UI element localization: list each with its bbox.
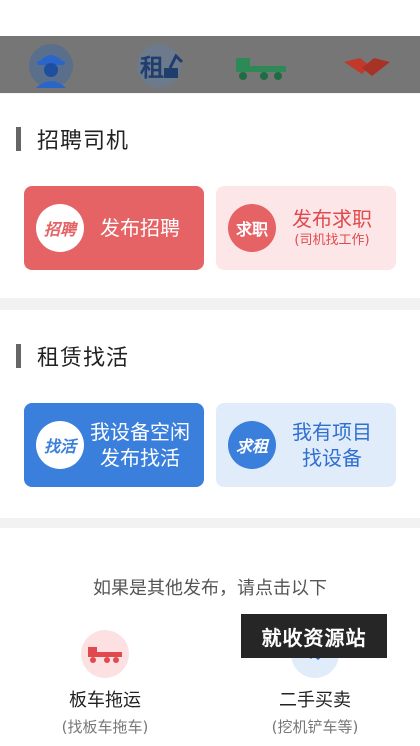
find-equipment-button[interactable]: 求租 我有项目 找设备 [216,403,396,487]
seek-job-button[interactable]: 求职 发布求职 (司机找工作) [216,186,396,270]
rental-section: 租赁找活 找活 我设备空闲 发布找活 求租 我有项目 找设备 [0,310,420,518]
driver-worker-icon[interactable] [24,44,78,88]
watermark: 就收资源站 [241,614,387,658]
second-hand-trade-note: (挖机铲车等) [271,718,359,736]
rental-header: 租赁找活 [16,341,129,371]
post-job-label: 发布招聘 [100,216,180,240]
recruit-header: 招聘司机 [16,124,129,154]
second-hand-trade-label: 二手买卖 [279,690,351,711]
rent-badge: 求租 [228,421,276,469]
find-equipment-line2: 找设备 [302,446,362,470]
other-hint: 如果是其他发布，请点击以下 [93,578,327,599]
recruit-section: 招聘司机 招聘 发布招聘 求职 发布求职 (司机找工作) [0,94,420,298]
find-work-button[interactable]: 找活 我设备空闲 发布找活 [24,403,204,487]
seek-job-sublabel: (司机找工作) [294,233,370,248]
flatbed-transport-item[interactable]: 板车拖运 (找板车拖车) [15,630,195,737]
rent-icon-glyph: 租 [140,54,164,82]
flatbed-transport-note: (找板车拖车) [61,718,149,736]
recruit-title: 招聘司机 [37,129,130,154]
post-job-button[interactable]: 招聘 发布招聘 [24,186,204,270]
section-marker [16,344,21,368]
flatbed-truck-icon [81,630,129,678]
top-bar [0,0,420,36]
find-equipment-line1: 我有项目 [292,420,372,444]
rent-excavator-icon[interactable]: 租 [132,44,186,88]
flatbed-truck-icon[interactable] [234,44,288,88]
find-work-line1: 我设备空闲 [90,420,190,444]
handshake-icon[interactable] [340,44,394,88]
section-marker [16,127,21,151]
seek-job-badge: 求职 [228,204,276,252]
find-work-badge: 找活 [36,421,84,469]
flatbed-transport-label: 板车拖运 [69,690,141,711]
recruit-badge: 招聘 [36,204,84,252]
find-work-line2: 发布找活 [100,446,180,470]
rental-title: 租赁找活 [37,346,130,371]
seek-job-label: 发布求职 [292,207,372,231]
